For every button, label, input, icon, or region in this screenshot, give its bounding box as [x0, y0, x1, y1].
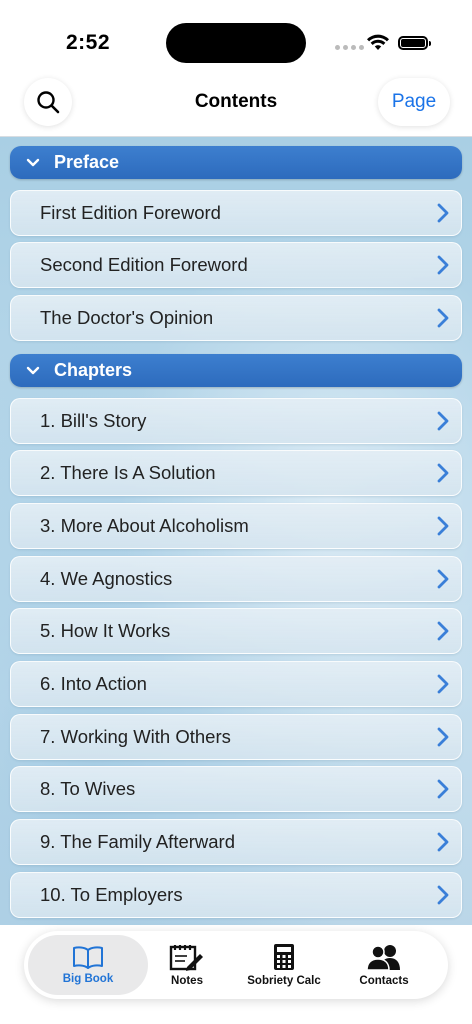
list-item-label: The Doctor's Opinion	[40, 307, 214, 328]
status-bar: 2:52	[0, 0, 472, 80]
list-item-label: 3. More About Alcoholism	[40, 515, 249, 536]
chevron-right-icon	[437, 516, 449, 536]
list-item-label: 6. Into Action	[40, 673, 147, 694]
list-item[interactable]: The Doctor's Opinion	[10, 295, 462, 341]
list-item[interactable]: 3. More About Alcoholism	[10, 503, 462, 549]
list-item-label: 5. How It Works	[40, 620, 171, 641]
list-item[interactable]: 1. Bill's Story	[10, 398, 462, 444]
list-item[interactable]: 9. The Family Afterward	[10, 819, 462, 865]
chevron-down-icon	[26, 158, 40, 168]
section-header-chapters[interactable]: Chapters	[10, 354, 462, 387]
cellular-signal-icon	[335, 45, 364, 50]
contents-list[interactable]: Preface First Edition Foreword Second Ed…	[0, 137, 472, 937]
tab-label: Big Book	[62, 973, 114, 985]
list-item[interactable]: 10. To Employers	[10, 872, 462, 918]
list-item[interactable]: 8. To Wives	[10, 766, 462, 812]
chevron-right-icon	[437, 411, 449, 431]
tab-label: Notes	[171, 975, 203, 987]
tab-big-book[interactable]: Big Book	[28, 935, 148, 995]
chevron-down-icon	[26, 366, 40, 376]
tab-contacts[interactable]: Contacts	[346, 931, 422, 999]
list-item-label: 1. Bill's Story	[40, 410, 147, 431]
tab-label: Sobriety Calc	[247, 975, 321, 987]
list-item[interactable]: Second Edition Foreword	[10, 242, 462, 288]
page-button[interactable]: Page	[378, 78, 450, 126]
list-item[interactable]: 4. We Agnostics	[10, 556, 462, 602]
list-item-label: First Edition Foreword	[40, 202, 221, 223]
section-header-preface[interactable]: Preface	[10, 146, 462, 179]
status-time: 2:52	[66, 31, 111, 54]
chevron-right-icon	[437, 832, 449, 852]
list-item-label: 9. The Family Afterward	[40, 831, 236, 852]
list-item-label: 2. There Is A Solution	[40, 462, 216, 483]
chevron-right-icon	[437, 779, 449, 799]
battery-icon	[398, 36, 431, 50]
list-item-label: 7. Working With Others	[40, 726, 231, 747]
list-item-label: 4. We Agnostics	[40, 568, 173, 589]
chevron-right-icon	[437, 255, 449, 275]
list-item-label: 8. To Wives	[40, 778, 136, 799]
chevron-right-icon	[437, 885, 449, 905]
tab-bar: Big Book Notes Sobriety Calc Contacts	[24, 931, 448, 999]
contacts-icon	[366, 945, 400, 971]
list-item[interactable]: 2. There Is A Solution	[10, 450, 462, 496]
dynamic-island	[166, 23, 306, 63]
chevron-right-icon	[437, 674, 449, 694]
section-title: Preface	[54, 152, 120, 172]
book-icon	[73, 946, 103, 969]
list-item[interactable]: First Edition Foreword	[10, 190, 462, 236]
list-item[interactable]: 6. Into Action	[10, 661, 462, 707]
list-item[interactable]: 5. How It Works	[10, 608, 462, 654]
list-item-label: 10. To Employers	[40, 884, 183, 905]
chevron-right-icon	[437, 308, 449, 328]
navigation-bar: Contents Page	[0, 78, 472, 137]
tab-label: Contacts	[359, 975, 409, 987]
wifi-icon	[367, 34, 389, 50]
chevron-right-icon	[437, 727, 449, 747]
tab-notes[interactable]: Notes	[152, 931, 222, 999]
chevron-right-icon	[437, 203, 449, 223]
section-title: Chapters	[54, 360, 133, 380]
chevron-right-icon	[437, 569, 449, 589]
calculator-icon	[274, 944, 294, 970]
chevron-right-icon	[437, 463, 449, 483]
tab-sobriety-calc[interactable]: Sobriety Calc	[238, 931, 330, 999]
list-item[interactable]: 7. Working With Others	[10, 714, 462, 760]
chevron-right-icon	[437, 621, 449, 641]
list-item-label: Second Edition Foreword	[40, 254, 248, 275]
notes-icon	[169, 945, 203, 971]
